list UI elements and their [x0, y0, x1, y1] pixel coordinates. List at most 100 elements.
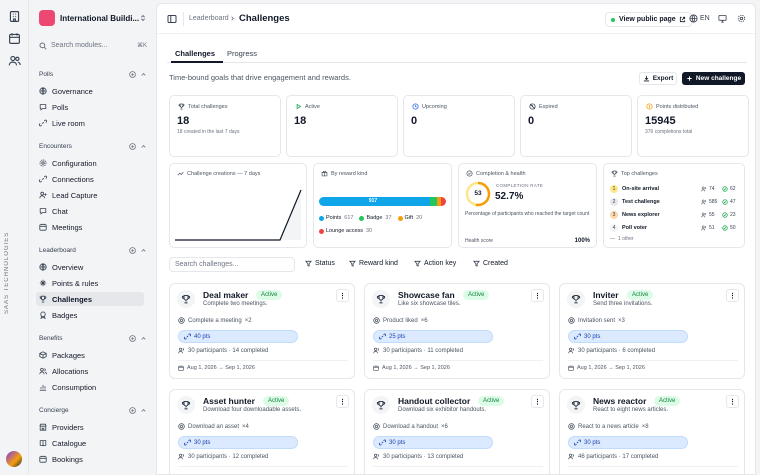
link-icon [184, 333, 191, 340]
section-polls[interactable]: Polls [39, 68, 147, 80]
sidebar-item-providers[interactable]: Providers [36, 420, 144, 434]
download-icon [643, 75, 650, 82]
plus-circle-icon[interactable] [129, 406, 136, 414]
sidebar-item-label: Badges [52, 310, 78, 320]
more-options-button[interactable]: ⋮ [726, 395, 739, 408]
points-pill: 40 pts [178, 330, 298, 343]
calendar-icon [568, 365, 574, 371]
challenge-card[interactable]: Handout collector Download six exhibitor… [364, 389, 550, 474]
users-icon[interactable] [8, 54, 21, 67]
sidebar-item-governance[interactable]: Governance [36, 84, 144, 98]
challenge-search-input[interactable]: Search challenges... [169, 257, 295, 272]
participants-label: 46 participants · 17 completed [578, 453, 659, 460]
sidebar-item-meetings[interactable]: Meetings [36, 220, 144, 234]
filter-status-button[interactable]: Status [305, 260, 335, 267]
target-icon [178, 317, 185, 324]
monitor-icon[interactable] [718, 14, 727, 23]
challenge-card[interactable]: Asset hunter Download four downloadable … [169, 389, 355, 474]
more-options-button[interactable]: ⋮ [726, 289, 739, 302]
section-concierge[interactable]: Concierge [39, 404, 147, 416]
tab-challenges[interactable]: Challenges [175, 49, 215, 58]
sidebar-toggle-icon[interactable] [167, 14, 177, 24]
badge-icon [39, 311, 47, 319]
top-challenge-row[interactable]: 4 Poll voter 51 50 [610, 221, 738, 234]
section-leaderboard[interactable]: Leaderboard [39, 244, 147, 256]
more-options-button[interactable]: ⋮ [336, 289, 349, 302]
globe-icon[interactable] [689, 14, 698, 23]
sidebar-item-live-room[interactable]: Live room [36, 116, 144, 130]
chevron-up-icon[interactable] [140, 247, 147, 254]
users-icon [39, 367, 47, 375]
section-encounters[interactable]: Encounters [39, 140, 147, 152]
filter-created-button[interactable]: Created [473, 260, 508, 267]
clock-off-icon [529, 103, 536, 110]
language-label[interactable]: EN [700, 15, 710, 22]
filter-icon [305, 260, 312, 267]
plus-circle-icon[interactable] [129, 142, 136, 150]
sidebar-item-badges[interactable]: Badges [36, 308, 144, 322]
sidebar-item-connections[interactable]: Connections [36, 172, 144, 186]
users-icon [178, 453, 185, 460]
building-icon[interactable] [8, 10, 21, 23]
challenge-card[interactable]: Deal maker Complete two meetings. Active… [169, 283, 355, 379]
legend-item: Lounge access 30 [319, 226, 372, 237]
sidebar-item-polls[interactable]: Polls [36, 100, 144, 114]
calendar-icon[interactable] [8, 32, 21, 45]
gear-icon[interactable] [737, 14, 746, 23]
sidebar-item-lead-capture[interactable]: Lead Capture [36, 188, 144, 202]
creations-panel: Challenge creations — 7 days [169, 163, 307, 248]
tab-progress[interactable]: Progress [227, 49, 257, 58]
participants: 30 participants · 11 completed [373, 347, 463, 354]
filter-icon [414, 260, 421, 267]
top-challenge-row[interactable]: 1 On-site arrival 74 62 [610, 182, 738, 195]
sidebar-item-challenges[interactable]: Challenges [36, 292, 144, 306]
more-options-button[interactable]: ⋮ [531, 395, 544, 408]
new-challenge-button[interactable]: New challenge [682, 72, 745, 85]
sidebar-item-allocations[interactable]: Allocations [36, 364, 144, 378]
sidebar-item-label: Polls [52, 102, 69, 112]
chevron-up-icon[interactable] [140, 71, 147, 78]
sidebar-item-chat[interactable]: Chat [36, 204, 144, 218]
sidebar-item-label: Configuration [52, 158, 97, 168]
challenge-description: Send three invitations. [593, 301, 653, 307]
sidebar-item-packages[interactable]: Packages [36, 348, 144, 362]
challenge-card[interactable]: News reactor React to eight news article… [559, 389, 745, 474]
sidebar-item-overview[interactable]: Overview [36, 260, 144, 274]
stat-active: Active 18 [286, 95, 398, 157]
view-public-page-button[interactable]: View public page [605, 12, 692, 27]
challenge-card[interactable]: Inviter Send three invitations. Active ⋮… [559, 283, 745, 379]
plus-circle-icon[interactable] [129, 246, 136, 254]
top-challenges-more[interactable]: —1 other [610, 236, 634, 242]
users-icon [701, 199, 707, 205]
module-search[interactable]: Search modules... ⌘K [39, 39, 147, 52]
more-options-button[interactable]: ⋮ [531, 289, 544, 302]
top-challenge-row[interactable]: 2 Test challenge 585 47 [610, 195, 738, 208]
filter-reward-kind-button[interactable]: Reward kind [349, 260, 398, 267]
breadcrumb-parent[interactable]: Leaderboard [189, 15, 229, 22]
link-icon [184, 439, 191, 446]
more-options-button[interactable]: ⋮ [336, 395, 349, 408]
chevron-up-icon[interactable] [140, 143, 147, 150]
stat-sub: 18 created in the last 7 days [177, 129, 240, 135]
top-challenge-row[interactable]: 3 News explorer 55 23 [610, 208, 738, 221]
org-switcher[interactable]: International Buildi... [39, 8, 147, 28]
challenge-title: Asset hunter [203, 396, 255, 406]
chevron-up-icon[interactable] [140, 335, 147, 342]
plus-circle-icon[interactable] [129, 334, 136, 342]
sidebar-item-bookings[interactable]: Bookings [36, 452, 144, 466]
sidebar-item-points-rules[interactable]: Points & rules [36, 276, 144, 290]
sidebar-item-catalogue[interactable]: Catalogue [36, 436, 144, 450]
sidebar-item-consumption[interactable]: Consumption [36, 380, 144, 394]
avatar[interactable] [6, 451, 22, 467]
filter-action-key-button[interactable]: Action key [414, 260, 456, 267]
sidebar-item-configuration[interactable]: Configuration [36, 156, 144, 170]
export-button[interactable]: Export [639, 72, 677, 85]
plus-circle-icon[interactable] [129, 70, 136, 78]
section-benefits[interactable]: Benefits [39, 332, 147, 344]
points-value: 30 pts [194, 439, 211, 446]
sidebar-item-label: Chat [52, 206, 68, 216]
legend-value: 37 [385, 215, 392, 221]
challenge-card[interactable]: Showcase fan Like six showcase tiles. Ac… [364, 283, 550, 379]
search-placeholder: Search modules... [51, 42, 108, 49]
chevron-up-icon[interactable] [140, 407, 147, 414]
